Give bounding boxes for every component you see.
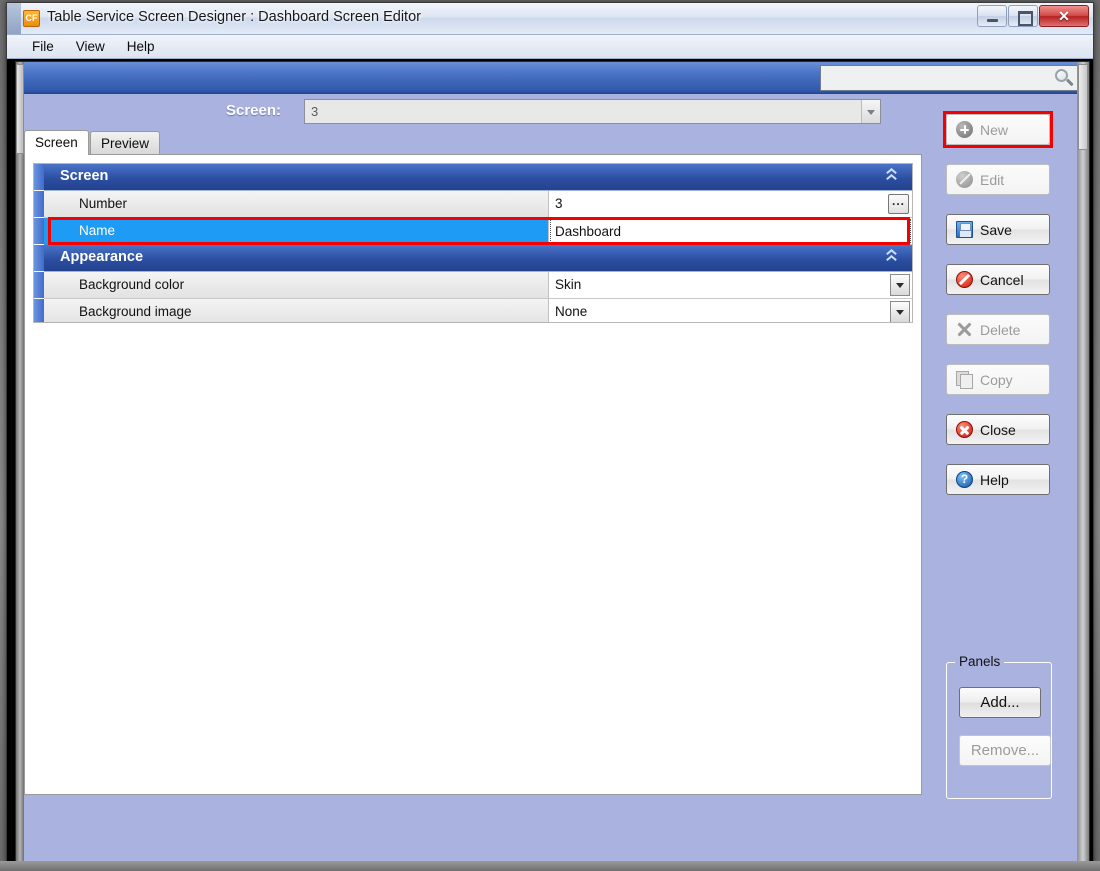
maximize-button[interactable] xyxy=(1008,5,1038,27)
screen-selector-row: Screen: 3 xyxy=(16,95,1082,127)
title-bar: CF Table Service Screen Designer : Dashb… xyxy=(7,3,1093,35)
property-value-background-color[interactable]: Skin xyxy=(549,272,912,299)
application-window: CF Table Service Screen Designer : Dashb… xyxy=(6,2,1094,864)
close-window-button[interactable]: ✕ xyxy=(1039,5,1089,27)
property-group-header-appearance[interactable]: Appearance xyxy=(34,245,912,272)
client-area: Screen: 3 Screen Preview Screen Number 3… xyxy=(7,59,1093,863)
cancel-button[interactable]: Cancel xyxy=(946,264,1050,295)
close-button[interactable]: Close xyxy=(946,414,1050,445)
app-icon: CF xyxy=(23,10,40,27)
ellipsis-button[interactable]: ... xyxy=(888,194,909,214)
menu-item-file[interactable]: File xyxy=(21,37,65,56)
panels-group-label: Panels xyxy=(955,654,1005,669)
group-stripe xyxy=(34,164,44,191)
chevron-down-icon[interactable] xyxy=(890,274,910,296)
group-label: Screen xyxy=(60,168,109,184)
table-row[interactable]: Background image None xyxy=(34,299,912,322)
property-value-background-color-text: Skin xyxy=(555,277,582,292)
edit-button-label: Edit xyxy=(980,171,1005,188)
new-button-label: New xyxy=(980,121,1009,138)
property-name-name: Name xyxy=(44,218,549,245)
property-value-name[interactable]: Dashboard xyxy=(549,218,912,245)
help-button-label: Help xyxy=(980,471,1009,488)
row-stripe xyxy=(34,191,44,218)
desktop-background: CF Table Service Screen Designer : Dashb… xyxy=(0,0,1100,871)
floppy-disk-icon xyxy=(956,221,973,238)
search-input[interactable] xyxy=(821,67,1051,89)
save-button-label: Save xyxy=(980,221,1012,238)
tab-preview[interactable]: Preview xyxy=(90,131,161,154)
name-edit-field[interactable]: Dashboard xyxy=(550,219,911,243)
chevron-down-icon[interactable] xyxy=(861,100,880,123)
toolbar xyxy=(16,62,1082,94)
menu-item-help[interactable]: Help xyxy=(116,37,166,56)
new-button[interactable]: New xyxy=(946,114,1050,145)
plus-circle-icon xyxy=(956,121,973,138)
help-button[interactable]: ? Help xyxy=(946,464,1050,495)
tab-screen[interactable]: Screen xyxy=(24,130,89,155)
property-grid: Screen Number 3 ... Name Dashboard Appea… xyxy=(33,163,913,323)
chevron-double-up-icon[interactable] xyxy=(886,169,900,185)
left-scrollbar[interactable] xyxy=(16,62,24,862)
close-button-label: Close xyxy=(980,421,1016,438)
property-value-background-image-text: None xyxy=(555,304,588,319)
save-button[interactable]: Save xyxy=(946,214,1050,245)
window-title: Table Service Screen Designer : Dashboar… xyxy=(47,9,421,25)
group-label: Appearance xyxy=(60,249,144,265)
cancel-button-label: Cancel xyxy=(980,271,1024,288)
title-bar-left-glass xyxy=(7,3,21,34)
search-box[interactable] xyxy=(820,65,1078,91)
window-bottom-shadow xyxy=(0,861,1100,871)
row-stripe xyxy=(34,218,44,245)
table-row[interactable]: Background color Skin xyxy=(34,272,912,299)
window-controls: ✕ xyxy=(977,5,1089,27)
minimize-button[interactable] xyxy=(977,5,1007,27)
row-stripe xyxy=(34,272,44,299)
tab-strip: Screen Preview xyxy=(24,130,922,155)
search-icon[interactable] xyxy=(1051,66,1077,90)
screen-combobox-value: 3 xyxy=(311,104,319,119)
property-name-background-image: Background image xyxy=(44,299,549,322)
no-entry-icon xyxy=(956,271,973,288)
table-row[interactable]: Number 3 ... xyxy=(34,191,912,218)
screen-content-panel: Screen Number 3 ... Name Dashboard Appea… xyxy=(24,154,922,795)
right-scrollbar-thumb[interactable] xyxy=(1078,64,1088,150)
group-stripe xyxy=(34,245,44,272)
menu-item-view[interactable]: View xyxy=(65,37,116,56)
right-scrollbar[interactable] xyxy=(1077,62,1089,862)
property-value-number[interactable]: 3 ... xyxy=(549,191,912,218)
delete-button-label: Delete xyxy=(980,321,1021,338)
table-row-selected[interactable]: Name Dashboard xyxy=(34,218,912,245)
delete-button[interactable]: Delete xyxy=(946,314,1050,345)
screen-selector-label: Screen: xyxy=(226,102,282,119)
property-name-number: Number xyxy=(44,191,549,218)
editor-surface: Screen: 3 Screen Preview Screen Number 3… xyxy=(15,61,1090,863)
close-circle-icon xyxy=(956,421,973,438)
x-mark-icon xyxy=(956,321,973,338)
row-stripe xyxy=(34,299,44,322)
action-button-column: New Edit Save Cancel Delete Copy Close ?… xyxy=(946,114,1054,514)
property-name-background-color: Background color xyxy=(44,272,549,299)
question-circle-icon: ? xyxy=(956,471,973,488)
add-panel-button[interactable]: Add... xyxy=(959,687,1041,718)
property-value-number-text: 3 xyxy=(555,196,563,211)
property-group-header-screen[interactable]: Screen xyxy=(34,164,912,191)
copy-pages-icon xyxy=(956,371,973,389)
edit-button[interactable]: Edit xyxy=(946,164,1050,195)
chevron-double-up-icon[interactable] xyxy=(886,250,900,266)
panels-group-box: Panels Add... Remove... xyxy=(946,654,1052,799)
copy-button-label: Copy xyxy=(980,371,1013,388)
pencil-circle-icon xyxy=(956,171,973,188)
chevron-down-icon[interactable] xyxy=(890,301,910,322)
property-value-background-image[interactable]: None xyxy=(549,299,912,322)
remove-panel-button[interactable]: Remove... xyxy=(959,735,1051,766)
screen-combobox[interactable]: 3 xyxy=(304,99,881,124)
menu-bar: File View Help xyxy=(7,35,1093,59)
left-scrollbar-thumb[interactable] xyxy=(16,64,24,154)
copy-button[interactable]: Copy xyxy=(946,364,1050,395)
